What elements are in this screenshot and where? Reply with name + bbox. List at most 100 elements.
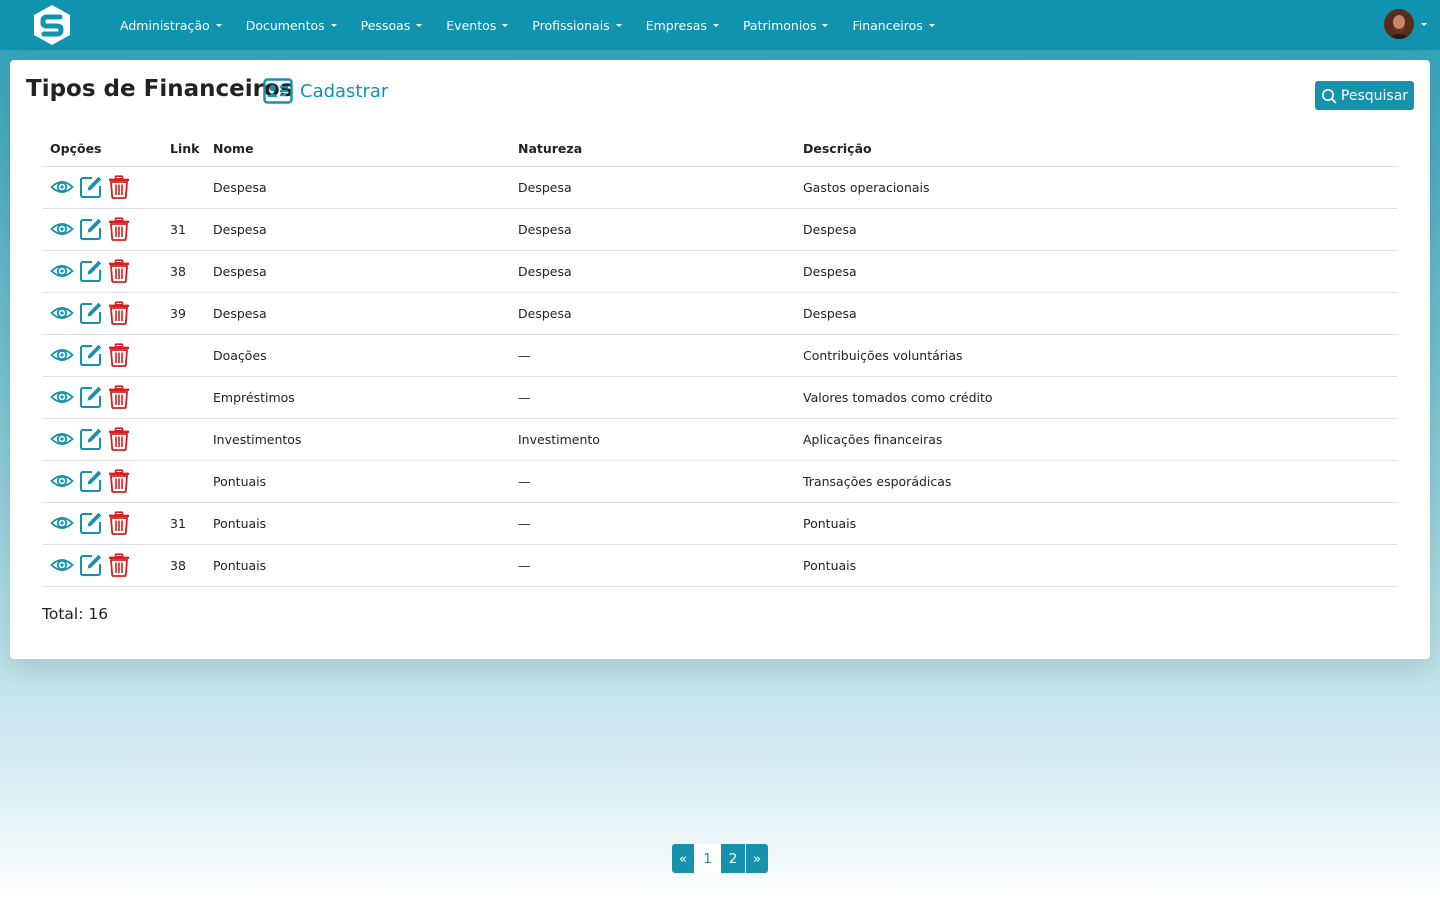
column-header-link[interactable]: Link [170, 141, 199, 156]
caret-down-icon [712, 24, 719, 27]
nav-item-eventos[interactable]: Eventos [446, 17, 509, 33]
cell-natureza: Despesa [518, 180, 572, 195]
nav-item-documentos[interactable]: Documentos [246, 18, 337, 33]
search-icon [1321, 88, 1337, 103]
table-body: Despesa Despesa Gastos operacionais 31 D… [42, 167, 1398, 587]
cell-descricao: Valores tomados como crédito [803, 390, 993, 405]
cell-link: 39 [170, 306, 186, 321]
cell-natureza: — [518, 474, 531, 489]
cell-natureza: — [518, 516, 531, 531]
column-header-natureza[interactable]: Natureza [518, 141, 582, 156]
cell-nome: Pontuais [213, 558, 267, 573]
pagination-prev-button[interactable]: « [672, 844, 694, 873]
edit-icon[interactable] [79, 385, 103, 409]
nav-item-label: Financeiros [852, 17, 923, 33]
cell-link: 31 [170, 516, 186, 531]
edit-icon[interactable] [79, 217, 103, 241]
cell-natureza: Despesa [518, 222, 572, 237]
cell-descricao: Pontuais [803, 516, 857, 531]
cell-nome: Doações [213, 348, 267, 363]
register-link[interactable]: Cadastrar [263, 78, 388, 104]
register-label: Cadastrar [300, 80, 389, 102]
caret-down-icon [615, 24, 622, 27]
view-eye-icon[interactable] [50, 511, 74, 535]
table-row: 38 Pontuais — Pontuais [42, 545, 1398, 587]
table-header: Opções Link Nome Natureza Descrição [42, 136, 1398, 167]
edit-icon[interactable] [79, 553, 103, 577]
edit-icon[interactable] [79, 175, 103, 199]
nav-item-empresas[interactable]: Empresas [646, 18, 719, 33]
column-header-nome[interactable]: Nome [213, 141, 254, 156]
cell-descricao: Contribuições voluntárias [803, 348, 963, 363]
cell-nome: Pontuais [213, 516, 267, 531]
edit-icon[interactable] [79, 511, 103, 535]
cell-natureza: — [518, 348, 531, 363]
delete-trash-icon[interactable] [107, 469, 131, 493]
cell-natureza: Despesa [518, 306, 572, 321]
cell-nome: Despesa [213, 264, 267, 279]
row-options [50, 385, 136, 409]
cell-nome: Investimentos [213, 432, 302, 447]
view-eye-icon[interactable] [50, 553, 74, 577]
search-button[interactable]: Pesquisar [1315, 81, 1414, 110]
caret-down-icon [928, 24, 935, 27]
cell-descricao: Pontuais [803, 558, 857, 573]
nav-item-pessoas[interactable]: Pessoas [361, 18, 423, 33]
view-eye-icon[interactable] [50, 385, 74, 409]
delete-trash-icon[interactable] [107, 427, 131, 451]
row-options [50, 511, 136, 535]
row-options [50, 301, 136, 325]
table-row: Investimentos Investimento Aplicações fi… [42, 419, 1398, 461]
delete-trash-icon[interactable] [107, 259, 131, 283]
caret-down-icon [416, 24, 423, 27]
caret-down-icon [330, 24, 337, 27]
brand-logo-icon[interactable] [30, 3, 74, 47]
nav-item-administracao[interactable]: Administração [120, 18, 222, 33]
nav-item-patrimonios[interactable]: Patrimonios [743, 18, 829, 33]
user-avatar[interactable] [1384, 9, 1414, 39]
view-eye-icon[interactable] [50, 175, 74, 199]
row-options [50, 175, 136, 199]
view-eye-icon[interactable] [50, 301, 74, 325]
row-options [50, 259, 136, 283]
pagination-next-button[interactable]: » [746, 844, 768, 873]
nav-item-label: Pessoas [360, 17, 411, 33]
view-eye-icon[interactable] [50, 343, 74, 367]
edit-icon[interactable] [79, 301, 103, 325]
edit-icon[interactable] [79, 259, 103, 283]
table-row: Pontuais — Transações esporádicas [42, 461, 1398, 503]
view-eye-icon[interactable] [50, 427, 74, 451]
content-card: Tipos de Financeiros Cadastrar Pesquisar… [10, 60, 1430, 659]
nav-item-label: Profissionais [532, 17, 610, 33]
view-eye-icon[interactable] [50, 259, 74, 283]
cell-descricao: Gastos operacionais [803, 180, 930, 195]
delete-trash-icon[interactable] [107, 385, 131, 409]
edit-icon[interactable] [79, 469, 103, 493]
table-row: Doações — Contribuições voluntárias [42, 335, 1398, 377]
financial-types-table: Opções Link Nome Natureza Descrição Desp… [42, 136, 1398, 587]
view-eye-icon[interactable] [50, 217, 74, 241]
delete-trash-icon[interactable] [107, 511, 131, 535]
user-menu-caret-icon[interactable] [1421, 23, 1427, 26]
delete-trash-icon[interactable] [107, 553, 131, 577]
pagination-page-1[interactable]: 1 [694, 844, 721, 873]
nav-item-label: Documentos [245, 17, 325, 33]
delete-trash-icon[interactable] [107, 175, 131, 199]
delete-trash-icon[interactable] [107, 343, 131, 367]
table-row: 38 Despesa Despesa Despesa [42, 251, 1398, 293]
view-eye-icon[interactable] [50, 469, 74, 493]
delete-trash-icon[interactable] [107, 217, 131, 241]
cell-descricao: Transações esporádicas [803, 474, 952, 489]
edit-icon[interactable] [79, 343, 103, 367]
nav-item-profissionais[interactable]: Profissionais [532, 17, 622, 33]
caret-down-icon [215, 24, 222, 27]
cell-natureza: Investimento [518, 432, 600, 447]
row-options [50, 343, 136, 367]
nav-item-label: Empresas [645, 17, 707, 33]
column-header-descricao[interactable]: Descrição [803, 141, 872, 156]
nav-item-label: Eventos [446, 17, 497, 33]
nav-item-financeiros[interactable]: Financeiros [852, 17, 935, 33]
pagination-page-2[interactable]: 2 [721, 844, 745, 873]
edit-icon[interactable] [79, 427, 103, 451]
delete-trash-icon[interactable] [107, 301, 131, 325]
